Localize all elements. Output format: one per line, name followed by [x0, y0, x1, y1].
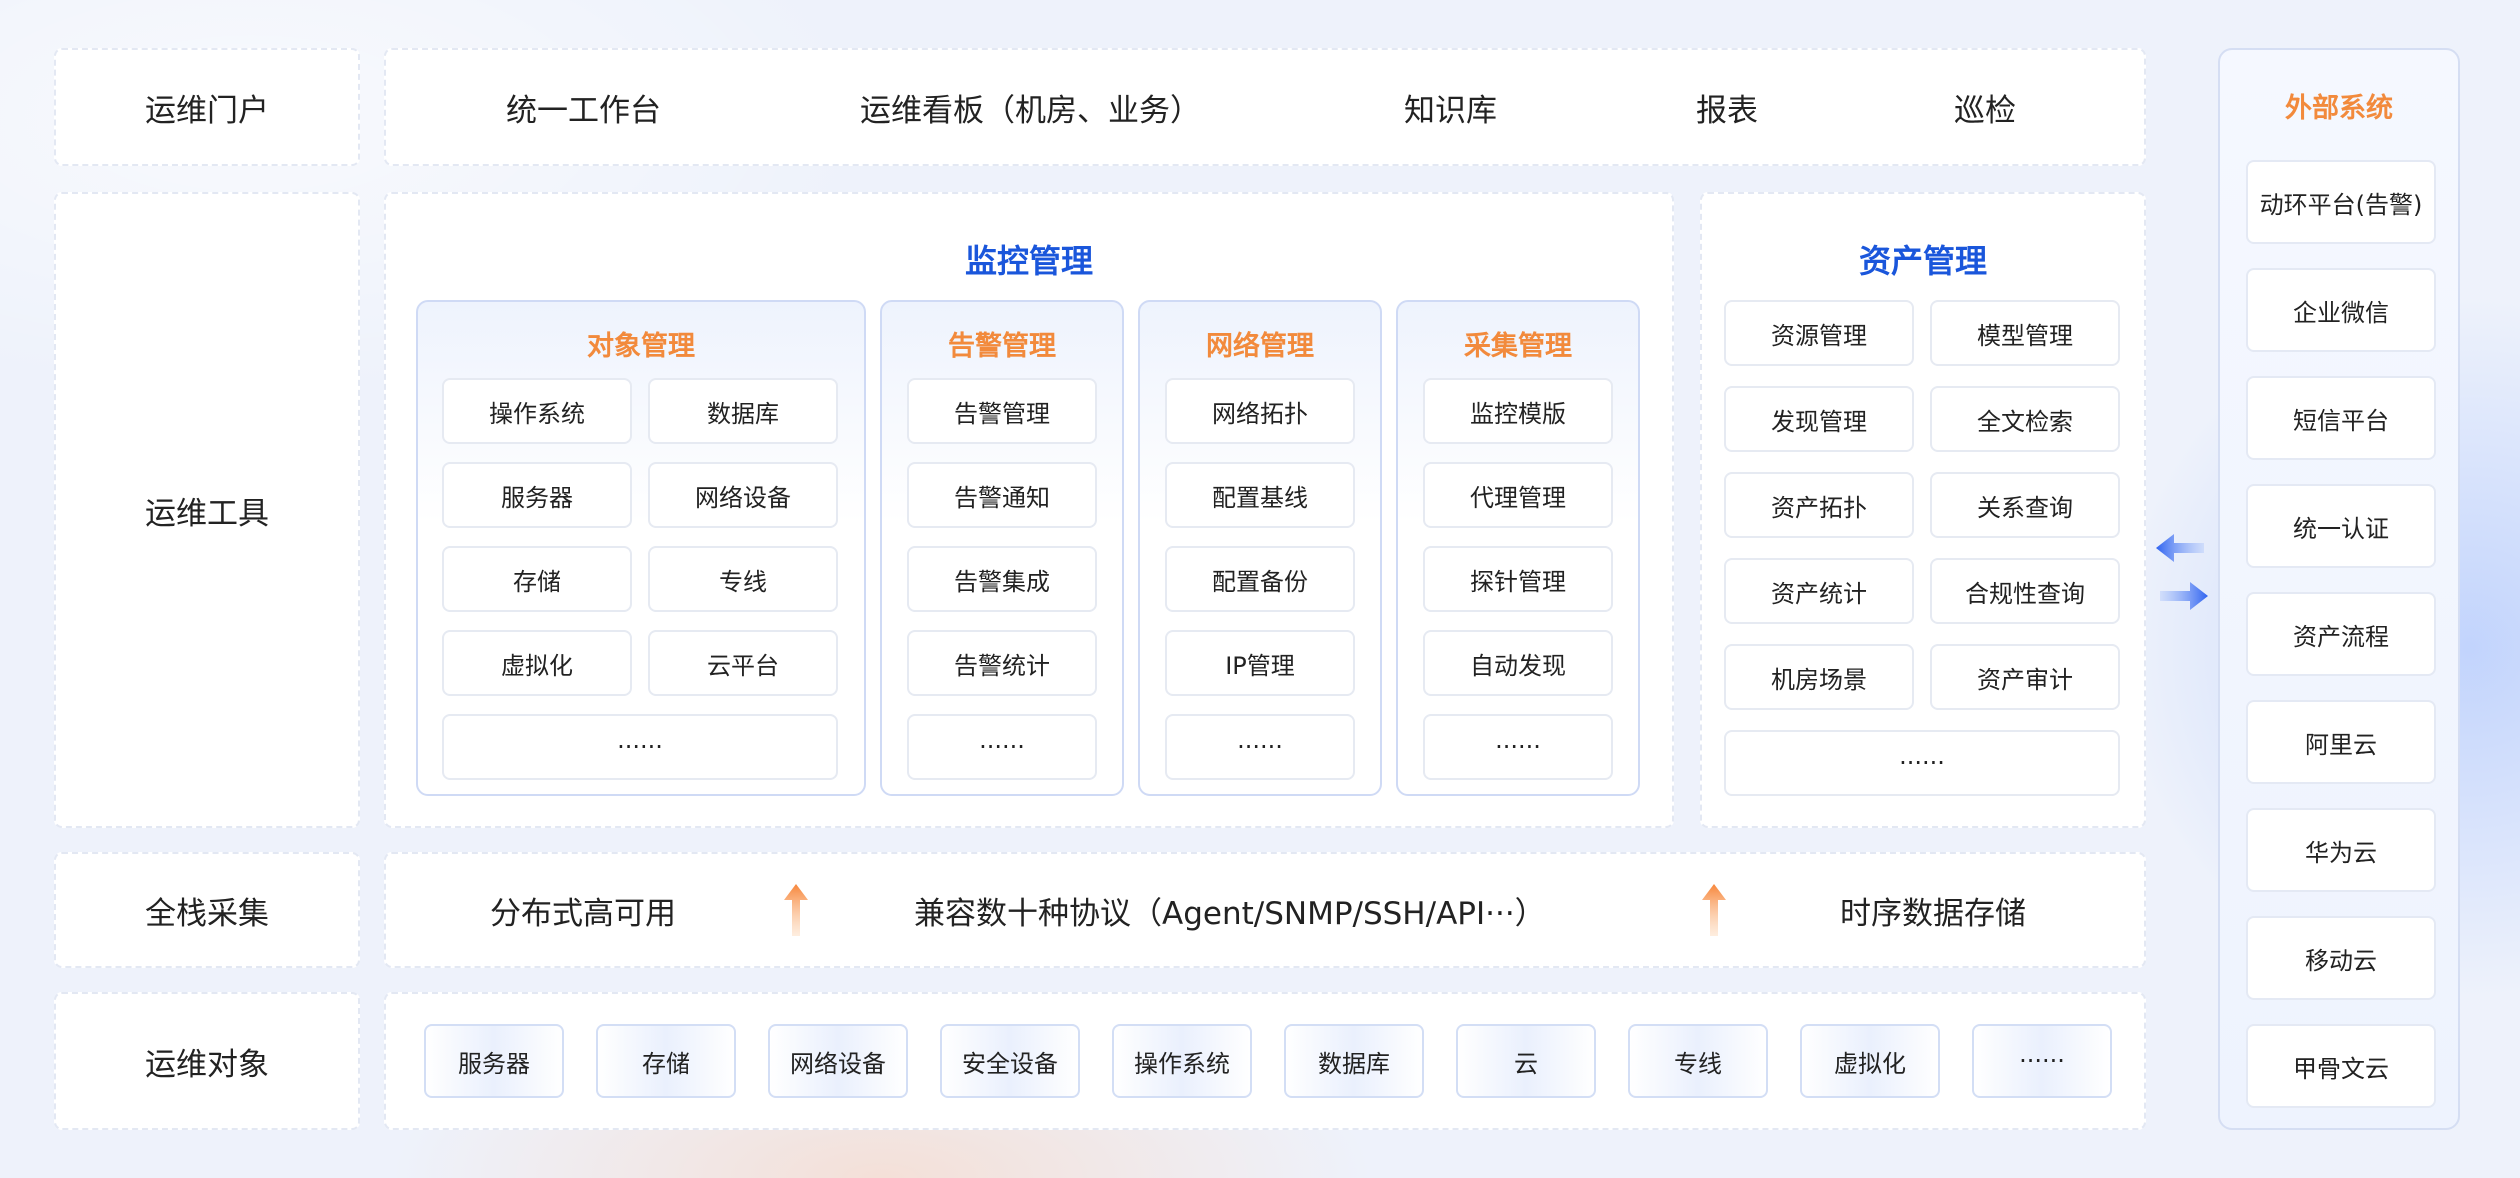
object-cloud[interactable]: 云	[1456, 1024, 1596, 1098]
group-network-management: 网络管理 网络拓扑 配置基线 配置备份 IP管理 ······	[1138, 300, 1382, 796]
chip-compliance-query[interactable]: 合规性查询	[1930, 558, 2120, 624]
chip-config-backup[interactable]: 配置备份	[1165, 546, 1355, 612]
chip-fulltext-search[interactable]: 全文检索	[1930, 386, 2120, 452]
row-label-portal: 运维门户	[54, 48, 360, 166]
group-title: 告警管理	[948, 331, 1056, 362]
chip-alarm-integration[interactable]: 告警集成	[907, 546, 1097, 612]
portal-item-knowledge[interactable]: 知识库	[1404, 50, 1497, 164]
chip-cloud-platform[interactable]: 云平台	[648, 630, 838, 696]
chip-alarm-notify[interactable]: 告警通知	[907, 462, 1097, 528]
chip-agent-management[interactable]: 代理管理	[1423, 462, 1613, 528]
chip-alarm-statistics[interactable]: 告警统计	[907, 630, 1097, 696]
asset-panel: 资产管理 资源管理 模型管理 发现管理 全文检索 资产拓扑 关系查询 资产统计 …	[1700, 192, 2146, 828]
ext-mobile-cloud[interactable]: 移动云	[2246, 916, 2436, 1000]
ext-asset-workflow[interactable]: 资产流程	[2246, 592, 2436, 676]
chip-network-device[interactable]: 网络设备	[648, 462, 838, 528]
chip-resource-management[interactable]: 资源管理	[1724, 300, 1914, 366]
chip-more[interactable]: ······	[1423, 714, 1613, 780]
chip-probe-management[interactable]: 探针管理	[1423, 546, 1613, 612]
external-systems-title: 外部系统	[2285, 93, 2393, 124]
portal-item-workbench[interactable]: 统一工作台	[506, 50, 661, 164]
group-alarm-management: 告警管理 告警管理 告警通知 告警集成 告警统计 ······	[880, 300, 1124, 796]
object-leased-line[interactable]: 专线	[1628, 1024, 1768, 1098]
object-network-device[interactable]: 网络设备	[768, 1024, 908, 1098]
chip-virtualization[interactable]: 虚拟化	[442, 630, 632, 696]
row-label-tools-text: 运维工具	[145, 495, 269, 532]
arrow-right-icon	[2160, 582, 2208, 610]
chip-asset-audit[interactable]: 资产审计	[1930, 644, 2120, 710]
chip-discovery-management[interactable]: 发现管理	[1724, 386, 1914, 452]
object-more[interactable]: ······	[1972, 1024, 2112, 1098]
collect-item-ha: 分布式高可用	[490, 895, 676, 932]
group-title: 对象管理	[587, 331, 695, 362]
object-os[interactable]: 操作系统	[1112, 1024, 1252, 1098]
chip-config-baseline[interactable]: 配置基线	[1165, 462, 1355, 528]
portal-item-dashboard[interactable]: 运维看板（机房、业务）	[860, 50, 1201, 164]
monitoring-panel: 监控管理 对象管理 操作系统 数据库 服务器 网络设备 存储 专线 虚拟化 云平…	[384, 192, 1674, 828]
chip-os[interactable]: 操作系统	[442, 378, 632, 444]
asset-title: 资产管理	[1858, 242, 1987, 280]
row-label-tools: 运维工具	[54, 192, 360, 828]
arrow-left-icon	[2156, 534, 2204, 562]
monitoring-title: 监控管理	[964, 242, 1093, 280]
object-database[interactable]: 数据库	[1284, 1024, 1424, 1098]
chip-more[interactable]: ······	[1724, 730, 2120, 796]
chip-model-management[interactable]: 模型管理	[1930, 300, 2120, 366]
chip-asset-topology[interactable]: 资产拓扑	[1724, 472, 1914, 538]
chip-server[interactable]: 服务器	[442, 462, 632, 528]
chip-alarm-management[interactable]: 告警管理	[907, 378, 1097, 444]
chip-database[interactable]: 数据库	[648, 378, 838, 444]
collect-item-protocols: 兼容数十种协议（Agent/SNMP/SSH/API···）	[914, 895, 1546, 932]
object-virtualization[interactable]: 虚拟化	[1800, 1024, 1940, 1098]
ext-unified-auth[interactable]: 统一认证	[2246, 484, 2436, 568]
object-security-device[interactable]: 安全设备	[940, 1024, 1080, 1098]
ext-oracle-cloud[interactable]: 甲骨文云	[2246, 1024, 2436, 1108]
chip-network-topology[interactable]: 网络拓扑	[1165, 378, 1355, 444]
group-object-management: 对象管理 操作系统 数据库 服务器 网络设备 存储 专线 虚拟化 云平台 ···…	[416, 300, 866, 796]
group-title: 采集管理	[1464, 331, 1572, 362]
ext-aliyun[interactable]: 阿里云	[2246, 700, 2436, 784]
ext-power-env-platform[interactable]: 动环平台(告警)	[2246, 160, 2436, 244]
chip-relation-query[interactable]: 关系查询	[1930, 472, 2120, 538]
chip-more[interactable]: ······	[442, 714, 838, 780]
row-label-portal-text: 运维门户	[145, 92, 269, 129]
chip-monitor-template[interactable]: 监控模版	[1423, 378, 1613, 444]
chip-asset-statistics[interactable]: 资产统计	[1724, 558, 1914, 624]
ext-huawei-cloud[interactable]: 华为云	[2246, 808, 2436, 892]
row-label-objects: 运维对象	[54, 992, 360, 1130]
chip-more[interactable]: ······	[1165, 714, 1355, 780]
chip-more[interactable]: ······	[907, 714, 1097, 780]
portal-bar: 统一工作台 运维看板（机房、业务） 知识库 报表 巡检	[384, 48, 2146, 166]
chip-ip-management[interactable]: IP管理	[1165, 630, 1355, 696]
row-label-collect-text: 全栈采集	[145, 895, 269, 932]
object-server[interactable]: 服务器	[424, 1024, 564, 1098]
portal-item-report[interactable]: 报表	[1696, 50, 1758, 164]
ext-wecom[interactable]: 企业微信	[2246, 268, 2436, 352]
chip-leased-line[interactable]: 专线	[648, 546, 838, 612]
up-arrow-icon	[784, 884, 808, 936]
group-title: 网络管理	[1206, 331, 1314, 362]
up-arrow-icon	[1702, 884, 1726, 936]
portal-item-inspection[interactable]: 巡检	[1954, 50, 2016, 164]
chip-storage[interactable]: 存储	[442, 546, 632, 612]
external-systems-panel: 外部系统 动环平台(告警) 企业微信 短信平台 统一认证 资产流程 阿里云 华为…	[2218, 48, 2460, 1130]
objects-bar: 服务器 存储 网络设备 安全设备 操作系统 数据库 云 专线 虚拟化 ·····…	[384, 992, 2146, 1130]
chip-auto-discovery[interactable]: 自动发现	[1423, 630, 1613, 696]
row-label-objects-text: 运维对象	[145, 1046, 269, 1083]
object-storage[interactable]: 存储	[596, 1024, 736, 1098]
chip-datacenter-scene[interactable]: 机房场景	[1724, 644, 1914, 710]
group-collection-management: 采集管理 监控模版 代理管理 探针管理 自动发现 ······	[1396, 300, 1640, 796]
row-label-collect: 全栈采集	[54, 852, 360, 968]
ext-sms-platform[interactable]: 短信平台	[2246, 376, 2436, 460]
collect-bar: 分布式高可用 兼容数十种协议（Agent/SNMP/SSH/API···） 时序…	[384, 852, 2146, 968]
collect-item-tsdb: 时序数据存储	[1840, 895, 2026, 932]
